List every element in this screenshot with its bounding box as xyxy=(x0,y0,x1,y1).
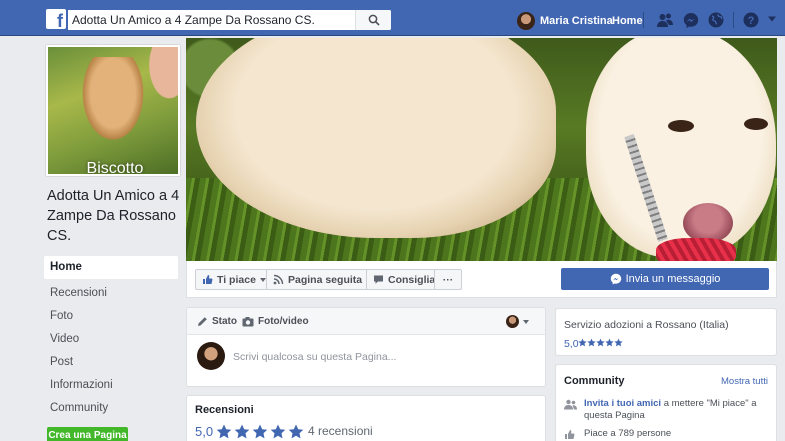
pencil-icon xyxy=(198,317,207,326)
likes-count: Piace a 789 persone xyxy=(584,428,672,439)
search-box xyxy=(68,10,391,30)
star-icon xyxy=(252,424,268,439)
cover-dog-nose xyxy=(683,203,733,243)
cover-dog-eye xyxy=(744,118,768,130)
star-icon xyxy=(216,424,232,439)
messenger-icon xyxy=(610,273,621,285)
create-page-button[interactable]: Crea una Pagina xyxy=(47,427,128,441)
star-icon xyxy=(596,338,605,347)
nav-divider xyxy=(643,12,644,28)
cover-dog-eye xyxy=(668,120,694,132)
avatar xyxy=(517,12,535,30)
tab-photo-video-label: Foto/video xyxy=(258,316,309,327)
following-button[interactable]: Pagina seguita xyxy=(266,269,380,290)
thumbs-up-icon xyxy=(203,275,213,284)
poster-avatar[interactable] xyxy=(506,315,519,328)
hand-photo-shape xyxy=(144,47,178,107)
cover-dog-head xyxy=(586,38,776,258)
star-icon xyxy=(614,338,623,347)
globe-icon[interactable] xyxy=(707,11,725,29)
invite-friends-link[interactable]: Invita i tuoi amici xyxy=(584,398,661,409)
more-button[interactable]: ··· xyxy=(434,269,462,290)
left-nav-post[interactable]: Post xyxy=(44,351,178,374)
info-score: 5,0 xyxy=(564,338,579,350)
like-label: Ti piace xyxy=(217,273,256,286)
following-label: Pagina seguita xyxy=(288,273,363,286)
messenger-icon[interactable] xyxy=(682,11,700,29)
send-message-button[interactable]: Invia un messaggio xyxy=(561,268,769,290)
nav-home-link[interactable]: Home xyxy=(612,15,643,27)
left-navigation: Home Recensioni Foto Video Post Informaz… xyxy=(44,256,178,420)
left-nav-informazioni[interactable]: Informazioni xyxy=(44,374,178,397)
star-icon xyxy=(270,424,286,439)
star-icon xyxy=(288,424,304,439)
more-label: ··· xyxy=(442,273,454,286)
cover-leash xyxy=(656,238,736,261)
tab-status[interactable]: Stato xyxy=(197,316,237,327)
profile-name: Maria Cristina xyxy=(540,15,613,27)
nav-divider xyxy=(733,12,734,28)
profile-picture[interactable]: Biscotto xyxy=(46,45,180,176)
page-category[interactable]: Servizio adozioni a Rossano (Italia) xyxy=(564,319,729,331)
star-icon xyxy=(605,338,614,347)
reviews-card: Recensioni 5,0 4 recensioni xyxy=(186,395,546,441)
top-bar: f Maria Cristina Home ? xyxy=(0,0,785,36)
tab-photo-video[interactable]: Foto/video xyxy=(242,316,309,327)
chevron-down-icon[interactable] xyxy=(767,15,777,23)
rss-icon xyxy=(273,274,284,285)
reviews-score: 5,0 xyxy=(195,424,214,439)
left-nav-community[interactable]: Community xyxy=(44,397,178,420)
star-icon xyxy=(234,424,250,439)
send-message-label: Invia un messaggio xyxy=(625,273,721,285)
svg-text:?: ? xyxy=(748,15,755,27)
reviews-stars xyxy=(216,424,306,439)
post-input[interactable] xyxy=(233,348,533,366)
thumbs-up-icon xyxy=(565,430,575,439)
page-info-card: Servizio adozioni a Rossano (Italia) 5,0 xyxy=(555,308,777,356)
left-nav-video[interactable]: Video xyxy=(44,328,178,351)
profile-caption: Biscotto xyxy=(86,160,144,176)
left-nav-recensioni[interactable]: Recensioni xyxy=(44,282,178,305)
community-card: Community Mostra tutti Invita i tuoi ami… xyxy=(555,364,777,441)
composer-tabs: Stato Foto/video xyxy=(187,308,545,335)
community-title: Community xyxy=(564,375,625,387)
avatar xyxy=(197,342,225,370)
see-all-link[interactable]: Mostra tutti xyxy=(721,376,768,387)
magnifier-icon xyxy=(368,14,380,26)
people-icon xyxy=(564,399,577,410)
invite-row: Invita i tuoi amici a mettere "Mi piace"… xyxy=(564,398,770,422)
info-stars[interactable] xyxy=(578,338,623,347)
tab-status-label: Stato xyxy=(212,316,237,327)
like-button[interactable]: Ti piace xyxy=(195,269,273,290)
page-title[interactable]: Adotta Un Amico a 4 Zampe Da Rossano CS. xyxy=(47,186,182,246)
chevron-down-icon[interactable] xyxy=(523,320,529,324)
dog-photo-shape xyxy=(78,57,148,147)
search-input[interactable] xyxy=(72,10,356,30)
reviews-count[interactable]: 4 recensioni xyxy=(308,424,373,438)
cover-photo[interactable] xyxy=(186,38,777,261)
likes-row: Piace a 789 persone xyxy=(564,428,770,440)
page-action-bar: Ti piace Pagina seguita Consiglia ··· In… xyxy=(186,261,777,298)
question-icon[interactable]: ? xyxy=(742,11,760,29)
search-button[interactable] xyxy=(355,10,391,30)
star-icon xyxy=(587,338,596,347)
post-composer: Stato Foto/video xyxy=(186,307,546,387)
facebook-logo-icon[interactable]: f xyxy=(46,9,66,29)
share-label: Consiglia xyxy=(388,273,436,286)
star-icon xyxy=(578,338,587,347)
left-nav-home[interactable]: Home xyxy=(44,256,178,279)
reviews-title: Recensioni xyxy=(195,404,254,416)
speech-bubble-icon xyxy=(374,275,383,284)
left-nav-foto[interactable]: Foto xyxy=(44,305,178,328)
camera-icon xyxy=(242,317,254,327)
profile-link[interactable]: Maria Cristina xyxy=(517,11,613,31)
friends-icon[interactable] xyxy=(656,11,674,29)
share-button[interactable]: Consiglia xyxy=(366,269,443,290)
